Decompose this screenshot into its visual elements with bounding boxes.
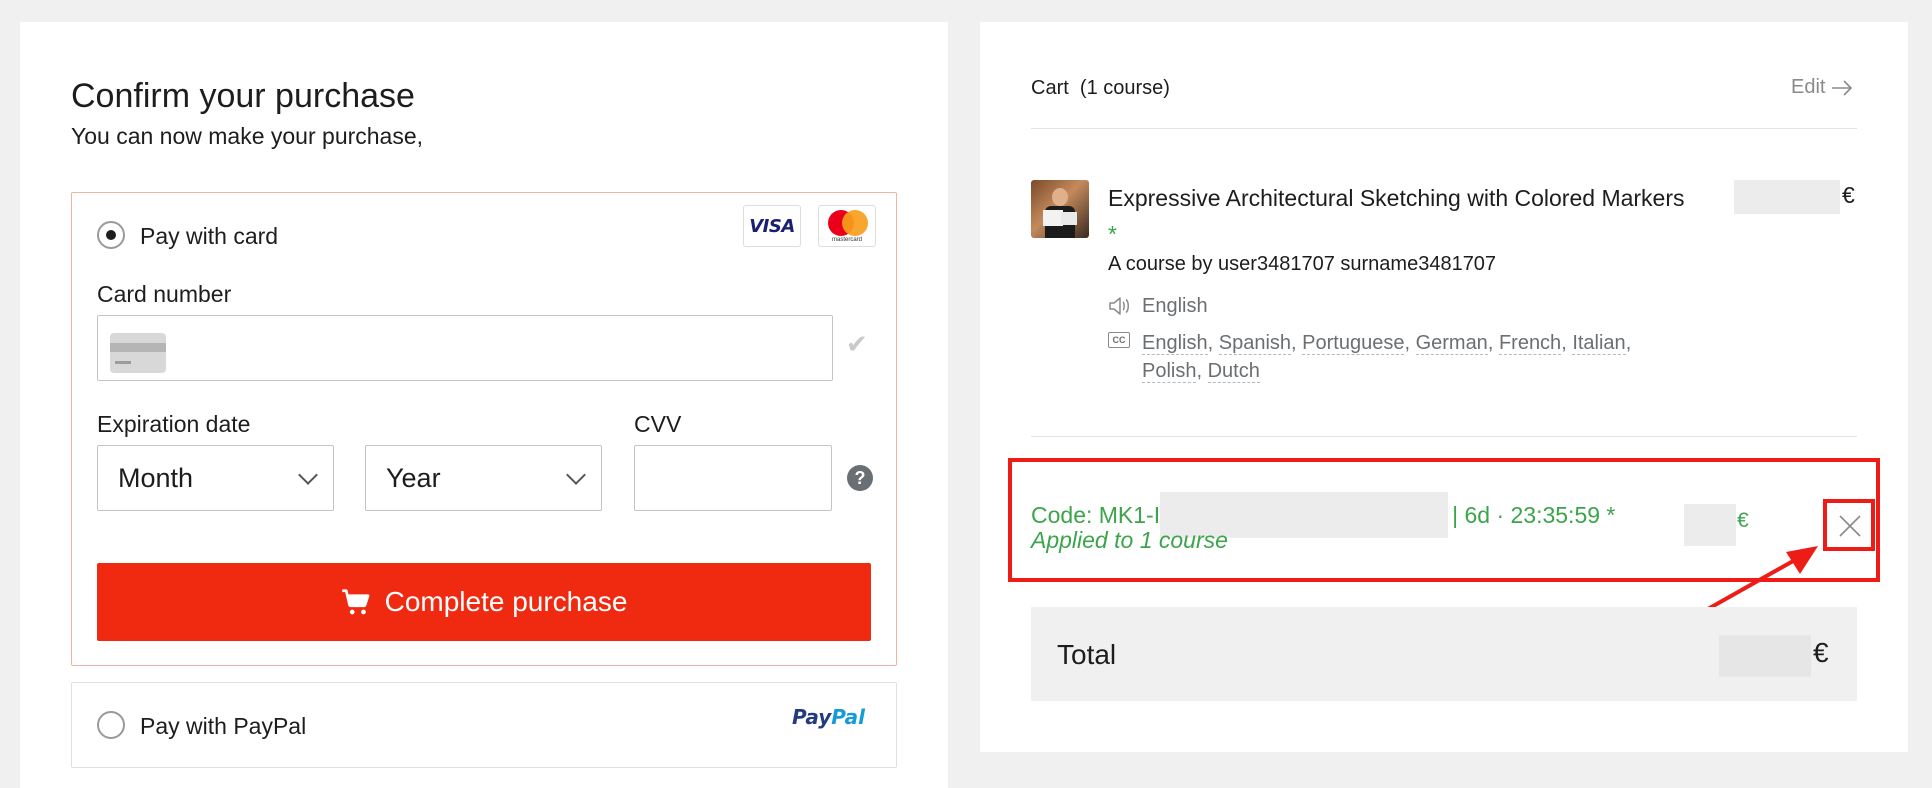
arrow-right-icon [1832,79,1853,96]
chevron-down-icon [298,465,318,485]
paypal-logo: PayPal [792,705,865,729]
coupon-discount-currency: € [1737,509,1749,532]
subtitle-language[interactable]: Italian [1572,332,1626,355]
subtitle-language[interactable]: Portuguese [1302,332,1405,355]
cart-title: Cart (1 course) [1031,77,1170,100]
subtitle-language[interactable]: German [1415,332,1488,355]
month-select[interactable]: Month [97,445,334,511]
cart-panel: Cart (1 course) Edit Expressive Architec… [980,22,1908,752]
page-subtitle: You can now make your purchase, [71,123,424,149]
coupon-code-suffix: | 6d · 23:35:59 * [1452,501,1616,528]
speaker-icon [1109,297,1129,315]
subtitle-language[interactable]: French [1498,332,1562,355]
subtitle-language[interactable]: Polish [1142,360,1197,383]
subtitle-language[interactable]: English [1142,332,1208,355]
required-mark: * [1108,221,1117,247]
checkmark-icon: ✔ [846,329,868,359]
paypal-logo-part1: Pay [792,705,832,729]
month-select-value: Month [118,463,194,493]
coupon-applied-text: Applied to 1 course [1031,527,1228,553]
complete-purchase-label: Complete purchase [384,586,628,617]
cart-icon [341,589,369,615]
course-title[interactable]: Expressive Architectural Sketching with … [1108,180,1698,252]
total-row: Total € [1031,607,1857,701]
year-select-value: Year [386,463,441,493]
pay-with-paypal-radio[interactable] [97,711,125,739]
card-number-input[interactable] [97,315,833,381]
coupon-code-prefix: Code: MK1-I [1031,501,1161,528]
cvv-input[interactable] [634,445,832,511]
year-select[interactable]: Year [365,445,602,511]
expiration-date-label: Expiration date [97,411,251,437]
course-author: A course by user3481707 surname3481707 [1108,253,1497,275]
pay-with-paypal-label[interactable]: Pay with PayPal [140,713,306,740]
card-payment-section: Pay with card VISA mastercard Card numbe… [71,192,897,666]
subtitle-languages: English, Spanish, Portuguese, German, Fr… [1142,332,1632,383]
paypal-payment-section[interactable]: Pay with PayPal PayPal [71,682,897,768]
credit-card-icon [110,333,166,373]
course-thumbnail[interactable] [1031,180,1089,238]
edit-label: Edit [1791,76,1826,98]
close-icon [1839,515,1861,537]
paypal-logo-part2: Pal [831,705,866,729]
pay-with-card-radio[interactable] [97,221,125,249]
course-price-currency: € [1842,182,1855,208]
card-number-label: Card number [97,281,232,307]
help-icon[interactable]: ? [847,465,873,491]
mastercard-logo: mastercard [818,205,876,247]
course-title-text: Expressive Architectural Sketching with … [1108,185,1685,211]
checkout-panel: Confirm your purchase You can now make y… [20,22,948,788]
divider [1031,436,1857,437]
visa-logo-text: VISA [749,215,795,237]
pay-with-card-label[interactable]: Pay with card [140,223,278,250]
remove-coupon-button[interactable] [1823,499,1875,551]
complete-purchase-button[interactable]: Complete purchase [97,563,871,641]
page-title: Confirm your purchase [71,77,415,115]
total-currency: € [1813,637,1829,668]
audio-language: English [1142,295,1208,317]
subtitle-language[interactable]: Spanish [1218,332,1292,355]
cart-title-text: Cart [1031,77,1069,99]
subtitles-icon: CC [1108,332,1130,348]
total-label: Total [1057,639,1117,670]
cvv-label: CVV [634,411,682,437]
divider [1031,128,1857,129]
subtitle-language[interactable]: Dutch [1207,360,1260,383]
course-price-redacted [1734,180,1840,214]
chevron-down-icon [566,465,586,485]
mastercard-logo-text: mastercard [831,236,862,243]
coupon-discount-redacted [1684,504,1736,546]
cart-count: (1 course) [1079,77,1170,99]
total-amount-redacted [1719,635,1811,677]
edit-cart-link[interactable]: Edit [1791,76,1853,99]
visa-logo: VISA [743,205,801,247]
